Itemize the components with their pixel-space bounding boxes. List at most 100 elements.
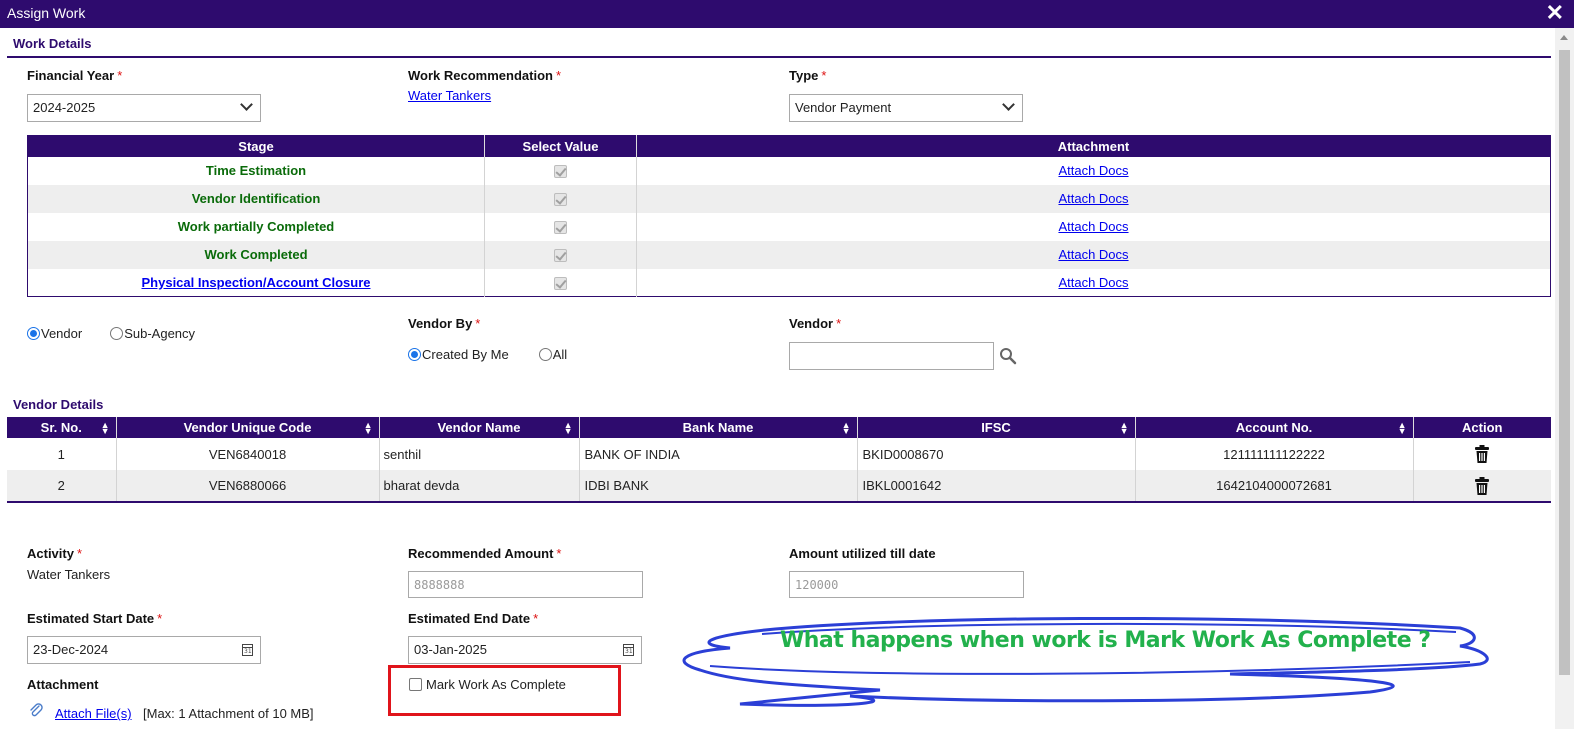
action-cell <box>1413 438 1551 470</box>
chevron-down-icon <box>1002 98 1015 111</box>
stage-checkbox <box>554 165 567 179</box>
calendar-icon[interactable]: 31 <box>623 644 634 656</box>
attach-docs-link[interactable]: Attach Docs <box>1058 247 1128 262</box>
sr-no-cell: 1 <box>7 438 117 470</box>
stage-table: Stage Select Value Attachment Time Estim… <box>27 135 1551 297</box>
sort-icon: ▲ ▼ <box>1397 420 1407 436</box>
stage-checkbox <box>554 221 567 235</box>
ifsc-cell: IBKL0001642 <box>857 470 1136 502</box>
vendor-by-label: Vendor By * <box>408 316 481 331</box>
vendor-name-cell: bharat devda <box>379 470 580 502</box>
type-select[interactable]: Vendor Payment <box>789 94 1023 122</box>
type-value: Vendor Payment <box>795 100 892 115</box>
stage-checkbox <box>554 276 567 290</box>
end-date-value: 03-Jan-2025 <box>414 642 487 657</box>
table-row: Vendor Identification Attach Docs <box>27 184 1551 213</box>
vendor-name-cell: senthil <box>379 438 580 470</box>
sr-no-cell: 2 <box>7 470 117 502</box>
select-value-header: Select Value <box>484 135 637 157</box>
table-row: Physical Inspection/Account Closure Atta… <box>27 268 1551 297</box>
end-date-label: Estimated End Date * <box>408 611 539 626</box>
financial-year-value: 2024-2025 <box>33 100 96 115</box>
bank-name-cell: IDBI BANK <box>579 470 858 502</box>
recommended-amount-field: 8888888 <box>408 571 643 598</box>
attach-docs-link[interactable]: Attach Docs <box>1058 275 1128 290</box>
stage-name: Vendor Identification <box>27 184 485 213</box>
vendor-label: Vendor * <box>789 316 842 331</box>
attachment-limit-note: [Max: 1 Attachment of 10 MB] <box>143 706 314 721</box>
radio-unselected-icon <box>110 327 124 340</box>
bank-name-header[interactable]: Bank Name ▲ ▼ <box>579 417 858 438</box>
trash-icon[interactable] <box>1475 476 1490 495</box>
physical-inspection-link[interactable]: Physical Inspection/Account Closure <box>142 275 371 290</box>
attachment-label: Attachment <box>27 677 99 692</box>
vendor-radio[interactable]: Vendor <box>27 326 82 341</box>
attach-docs-link[interactable]: Attach Docs <box>1058 191 1128 206</box>
account-no-cell: 121111111122222 <box>1135 438 1414 470</box>
vendor-code-header[interactable]: Vendor Unique Code ▲ ▼ <box>116 417 380 438</box>
work-recommendation-label: Work Recommendation * <box>408 68 562 83</box>
table-row: 1 VEN6840018 senthil BANK OF INDIA BKID0… <box>7 438 1551 470</box>
type-label: Type * <box>789 68 827 83</box>
radio-selected-icon <box>27 327 40 340</box>
attachment-header: Attachment <box>636 135 1551 157</box>
vendor-by-radio-group: Created By Me All <box>408 347 567 362</box>
all-radio[interactable]: All <box>538 347 567 362</box>
vendor-name-header[interactable]: Vendor Name ▲ ▼ <box>379 417 580 438</box>
recommended-amount-label: Recommended Amount * <box>408 546 562 561</box>
start-date-label: Estimated Start Date * <box>27 611 163 626</box>
table-row: Time Estimation Attach Docs <box>27 156 1551 185</box>
radio-selected-icon <box>408 348 421 361</box>
highlight-box <box>388 665 621 716</box>
trash-icon[interactable] <box>1475 445 1490 463</box>
table-row: Work Completed Attach Docs <box>27 240 1551 269</box>
sort-icon: ▲ ▼ <box>1119 420 1129 436</box>
callout-cloud-outline <box>682 616 1489 707</box>
callout-text: What happens when work is Mark Work As C… <box>780 628 1431 653</box>
attach-docs-link[interactable]: Attach Docs <box>1058 163 1128 178</box>
vertical-scrollbar[interactable] <box>1555 28 1574 729</box>
sort-icon: ▲ ▼ <box>563 420 573 436</box>
financial-year-select[interactable]: 2024-2025 <box>27 94 261 122</box>
vendor-input[interactable] <box>789 342 994 370</box>
scrollbar-thumb[interactable] <box>1559 50 1570 675</box>
stage-name: Work Completed <box>27 240 485 269</box>
activity-label: Activity * <box>27 546 83 561</box>
account-no-header[interactable]: Account No. ▲ ▼ <box>1135 417 1414 438</box>
start-date-input[interactable]: 23-Dec-2024 31 <box>27 636 261 664</box>
account-no-cell: 1642104000072681 <box>1135 470 1414 502</box>
attach-files-link[interactable]: Attach File(s) <box>55 706 132 721</box>
vendor-table: Sr. No. ▲ ▼ Vendor Unique Code ▲ ▼ Vendor Na… <box>7 417 1551 503</box>
bank-name-cell: BANK OF INDIA <box>579 438 858 470</box>
radio-unselected-icon <box>538 348 552 361</box>
sub-agency-radio[interactable]: Sub-Agency <box>110 326 195 341</box>
sr-no-header[interactable]: Sr. No. ▲ ▼ <box>7 417 117 438</box>
attach-docs-link[interactable]: Attach Docs <box>1058 219 1128 234</box>
stage-header: Stage <box>27 135 485 157</box>
stage-checkbox <box>554 249 567 263</box>
section-divider <box>7 56 1551 58</box>
table-row: 2 VEN6880066 bharat devda IDBI BANK IBKL… <box>7 470 1551 502</box>
stage-name-cell: Physical Inspection/Account Closure <box>27 268 485 297</box>
chevron-down-icon <box>240 98 253 111</box>
party-type-radio-group: Vendor Sub-Agency <box>27 326 195 341</box>
work-recommendation-link[interactable]: Water Tankers <box>408 88 491 103</box>
ifsc-cell: BKID0008670 <box>857 438 1136 470</box>
stage-checkbox <box>554 193 567 207</box>
close-icon[interactable]: ✕ <box>1546 2 1564 24</box>
vendor-details-heading: Vendor Details <box>13 397 104 412</box>
ifsc-header[interactable]: IFSC ▲ ▼ <box>857 417 1136 438</box>
paperclip-icon <box>30 703 43 717</box>
window-title: Assign Work <box>7 5 86 21</box>
amount-utilized-field: 120000 <box>789 571 1024 598</box>
scroll-up-arrow-icon[interactable] <box>1560 35 1568 40</box>
end-date-input[interactable]: 03-Jan-2025 31 <box>408 636 642 664</box>
sort-icon: ▲ ▼ <box>100 420 110 436</box>
stage-name: Work partially Completed <box>27 212 485 241</box>
created-by-me-radio[interactable]: Created By Me <box>408 347 509 362</box>
action-cell <box>1413 470 1551 502</box>
calendar-icon[interactable]: 31 <box>242 644 253 656</box>
start-date-value: 23-Dec-2024 <box>33 642 109 657</box>
search-icon[interactable] <box>999 347 1017 365</box>
sort-icon: ▲ ▼ <box>363 420 373 436</box>
